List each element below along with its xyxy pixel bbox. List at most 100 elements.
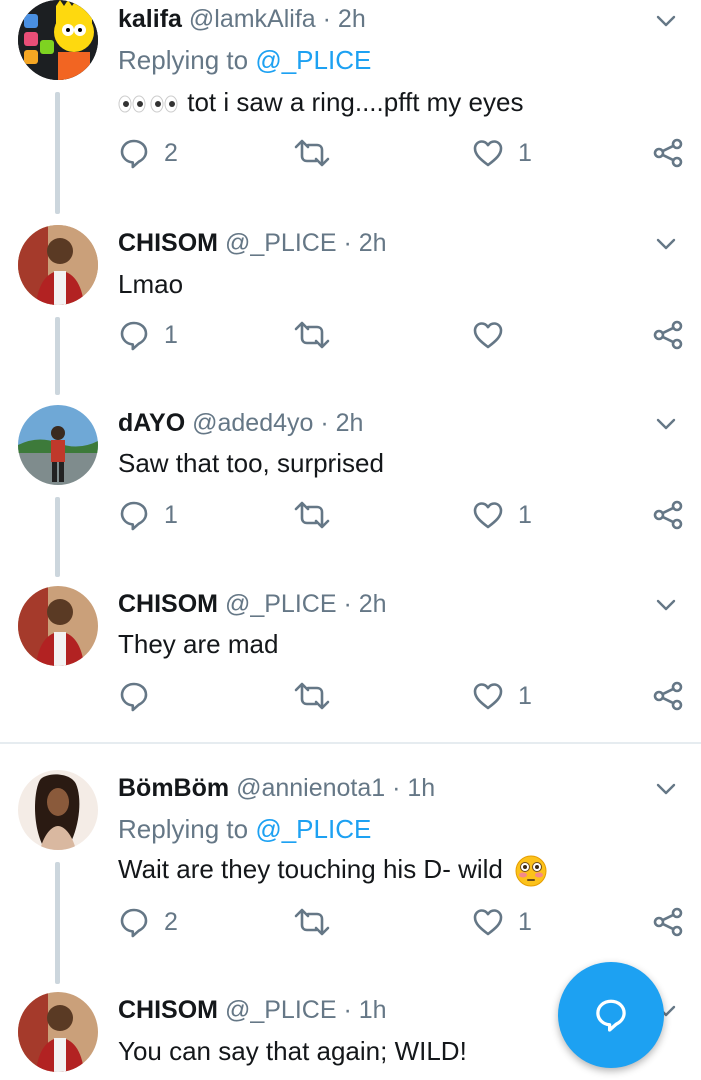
chevron-down-icon[interactable] [653,411,679,437]
compose-reply-icon [596,999,626,1032]
avatar[interactable] [18,225,98,305]
share-button[interactable] [652,902,684,942]
tweet-text: Wait are they touching his D- wild [118,854,548,888]
reply-icon [118,137,150,169]
share-icon [652,137,684,169]
reply-button[interactable]: 1 [118,495,178,535]
tweet-header: CHISOM @_PLICE · 1h [118,996,387,1025]
retweet-icon [292,680,332,712]
tweet-header: BömBöm @annienota1 · 1h [118,774,435,803]
share-icon [652,319,684,351]
share-icon [652,680,684,712]
tweet-text: Saw that too, surprised [118,448,384,478]
handle[interactable]: @_PLICE [225,996,337,1024]
retweet-button[interactable] [292,315,332,355]
display-name[interactable]: CHISOM [118,590,218,618]
separator: · [322,5,331,33]
separator: · [343,996,352,1024]
eyes-emoji [118,87,187,117]
share-button[interactable] [652,315,684,355]
tweet-actions: 2 1 [0,902,701,942]
retweet-icon [292,499,332,531]
share-icon [652,499,684,531]
tweet-text-content: tot i saw a ring....pfft my eyes [187,87,524,117]
tweet-text-content: Wait are they touching his D- wild [118,854,503,884]
tweet-header: CHISOM @_PLICE · 2h [118,590,387,619]
reply-button[interactable]: 1 [118,315,178,355]
reply-icon [118,499,150,531]
reply-button[interactable]: 2 [118,902,178,942]
timestamp[interactable]: 2h [336,409,364,437]
avatar[interactable] [18,0,98,80]
timestamp[interactable]: 2h [359,229,387,257]
replying-to: Replying to @_PLICE [118,45,371,76]
share-button[interactable] [652,676,684,716]
flushed-face-emoji [510,854,548,887]
like-button[interactable]: 1 [472,676,532,716]
retweet-button[interactable] [292,495,332,535]
handle[interactable]: @aded4yo [192,409,313,437]
retweet-button[interactable] [292,133,332,173]
display-name[interactable]: CHISOM [118,996,218,1024]
separator: · [343,590,352,618]
tweet-actions: 2 1 [0,133,701,173]
retweet-button[interactable] [292,902,332,942]
retweet-button[interactable] [292,676,332,716]
heart-icon [472,906,504,938]
display-name[interactable]: CHISOM [118,229,218,257]
reply-icon [118,319,150,351]
display-name[interactable]: BömBöm [118,774,229,802]
heart-icon [472,499,504,531]
chevron-down-icon[interactable] [653,592,679,618]
tweet-text: tot i saw a ring....pfft my eyes [118,87,523,118]
handle[interactable]: @_PLICE [225,590,337,618]
handle[interactable]: @_PLICE [225,229,337,257]
like-count: 1 [518,907,532,936]
tweet-header: kalifa @lamkAlifa · 2h [118,5,366,34]
like-button[interactable] [472,315,504,355]
reply-button[interactable] [118,676,150,716]
like-count: 1 [518,681,532,710]
like-button[interactable]: 1 [472,133,532,173]
chevron-down-icon[interactable] [653,231,679,257]
chevron-down-icon[interactable] [653,776,679,802]
share-button[interactable] [652,495,684,535]
chevron-down-icon[interactable] [653,8,679,34]
like-button[interactable]: 1 [472,902,532,942]
like-button[interactable]: 1 [472,495,532,535]
avatar[interactable] [18,405,98,485]
display-name[interactable]: dAYO [118,409,185,437]
reply-icon [118,680,150,712]
replying-to: Replying to @_PLICE [118,814,371,845]
reply-button[interactable]: 2 [118,133,178,173]
like-count: 1 [518,138,532,167]
separator: · [343,229,352,257]
timestamp[interactable]: 2h [338,5,366,33]
timestamp[interactable]: 2h [359,590,387,618]
conversation-divider [0,742,701,744]
timestamp[interactable]: 1h [407,774,435,802]
heart-icon [472,137,504,169]
reply-count: 2 [164,907,178,936]
mention-link[interactable]: @_PLICE [255,45,371,75]
tweet-header: CHISOM @_PLICE · 2h [118,229,387,258]
avatar[interactable] [18,586,98,666]
avatar[interactable] [18,770,98,850]
retweet-icon [292,319,332,351]
handle[interactable]: @lamkAlifa [189,5,316,33]
compose-reply-button[interactable] [558,962,664,1068]
share-button[interactable] [652,133,684,173]
replying-prefix: Replying to [118,45,256,75]
mention-link[interactable]: @_PLICE [255,814,371,844]
reply-icon [118,906,150,938]
heart-icon [472,680,504,712]
reply-count: 1 [164,320,178,349]
tweet-text: Lmao [118,269,184,299]
avatar[interactable] [18,992,98,1072]
display-name[interactable]: kalifa [118,5,182,33]
timestamp[interactable]: 1h [359,996,387,1024]
separator: · [320,409,329,437]
handle[interactable]: @annienota1 [236,774,385,802]
tweet-text: They are mad [118,629,279,659]
share-icon [652,906,684,938]
